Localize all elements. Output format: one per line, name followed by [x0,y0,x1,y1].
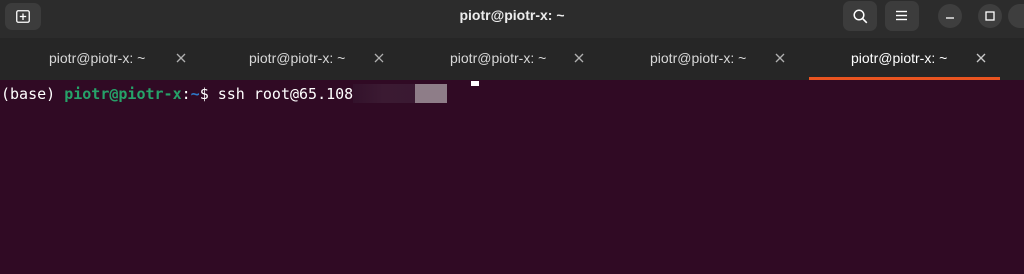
search-button[interactable] [843,1,877,31]
redacted-ip-block [353,84,448,103]
tab-5-active[interactable]: piotr@piotr-x: ~ [809,38,1000,80]
tab-label: piotr@piotr-x: ~ [49,50,146,66]
tab-close-icon[interactable] [572,51,586,65]
terminal-prompt-line: (base) piotr@piotr-x:~$ ssh root@65.108 [1,84,448,104]
maximize-icon [985,11,995,21]
tab-label: piotr@piotr-x: ~ [450,50,547,66]
prompt-symbol: $ [199,85,218,103]
tab-close-icon[interactable] [974,51,988,65]
tab-1[interactable]: piotr@piotr-x: ~ [0,38,200,80]
tab-label: piotr@piotr-x: ~ [249,50,346,66]
tab-close-icon[interactable] [174,51,188,65]
prompt-cwd: ~ [190,85,200,103]
prompt-separator: : [181,85,191,103]
terminal-area[interactable]: (base) piotr@piotr-x:~$ ssh root@65.108 [0,80,1024,274]
hamburger-menu-icon [896,10,907,21]
tab-label: piotr@piotr-x: ~ [851,50,948,66]
typed-command: ssh root@65.108 [217,85,354,103]
tab-3[interactable]: piotr@piotr-x: ~ [400,38,600,80]
mouse-cursor-mark [471,81,479,86]
tab-bar: piotr@piotr-x: ~ piotr@piotr-x: ~ piotr@… [0,38,1024,80]
minimize-icon [946,17,954,19]
tab-2[interactable]: piotr@piotr-x: ~ [200,38,400,80]
prompt-user-host: piotr@piotr-x [64,85,182,103]
maximize-button[interactable] [978,4,1002,28]
conda-env-prefix: (base) [1,85,65,103]
tab-label: piotr@piotr-x: ~ [650,50,747,66]
title-bar: piotr@piotr-x: ~ [0,0,1024,38]
tab-close-icon[interactable] [372,51,386,65]
minimize-button[interactable] [938,4,962,28]
tab-close-icon[interactable] [773,51,787,65]
search-icon [853,9,868,24]
tab-4[interactable]: piotr@piotr-x: ~ [600,38,808,80]
menu-button[interactable] [885,1,919,31]
